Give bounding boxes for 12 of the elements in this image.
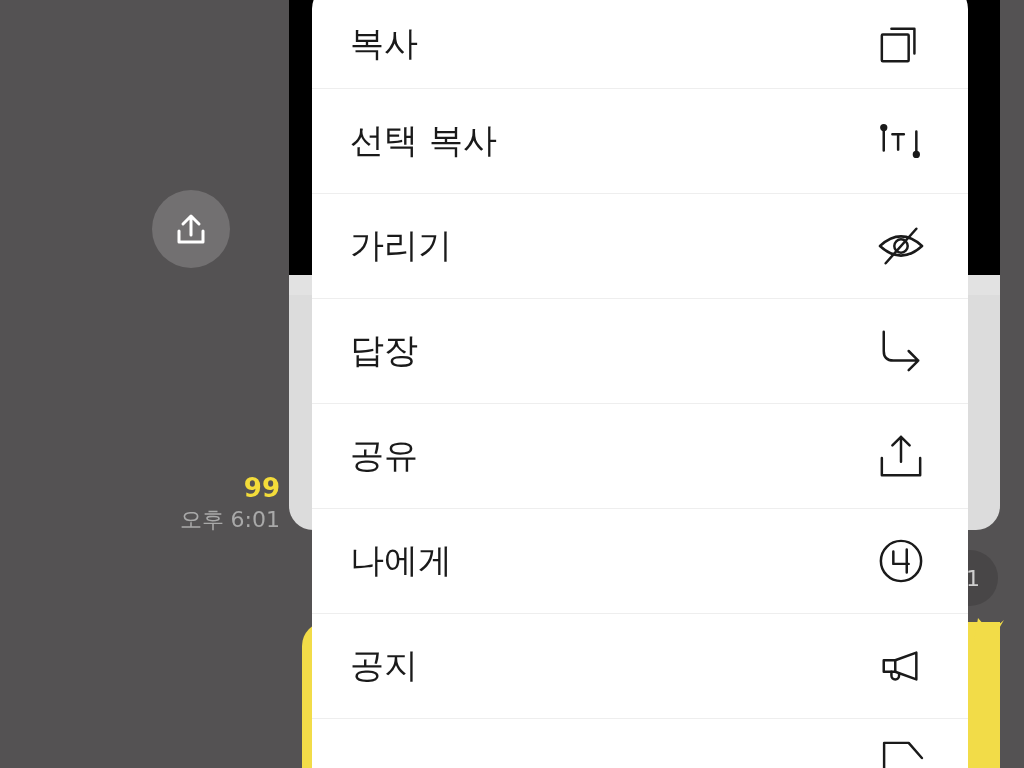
menu-item[interactable]: 선택 복사	[312, 89, 968, 194]
unread-count: 99	[243, 472, 280, 504]
menu-item[interactable]: 공유	[312, 404, 968, 509]
menu-item[interactable]: 공지	[312, 614, 968, 719]
menu-item[interactable]: 답장	[312, 299, 968, 404]
menu-item[interactable]: 복사	[312, 0, 968, 89]
share-icon	[878, 433, 924, 479]
menu-item[interactable]: 나에게	[312, 509, 968, 614]
message-time: 오후 6:01	[179, 506, 280, 534]
circled-letter-icon	[878, 538, 924, 584]
menu-item[interactable]: 가리기	[312, 194, 968, 299]
tag-icon	[882, 741, 924, 768]
